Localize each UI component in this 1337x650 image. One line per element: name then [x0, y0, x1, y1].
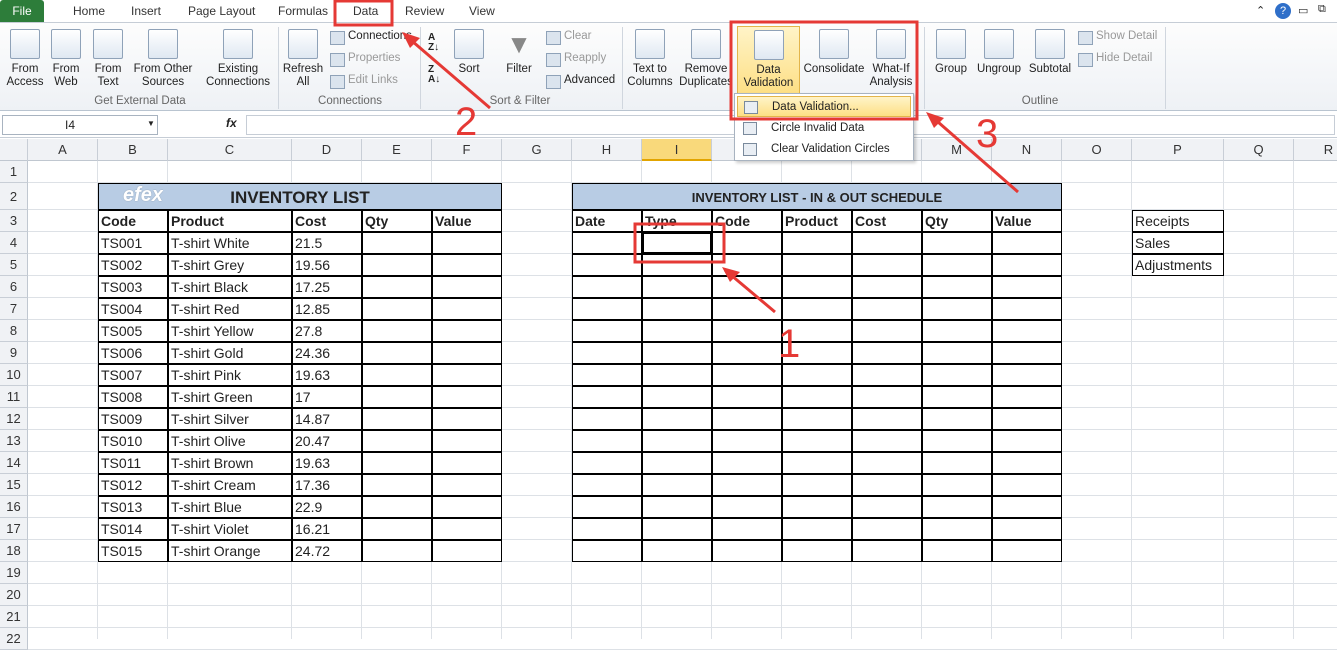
highlight-data-tab — [333, 0, 394, 27]
highlight-data-validation — [729, 20, 919, 121]
annotation-overlay — [333, 0, 1019, 314]
arrow-step-2 — [404, 33, 491, 110]
arrow-step-3 — [929, 113, 1019, 194]
step-2-label: 2 — [455, 100, 478, 144]
step-3-label: 3 — [976, 112, 999, 156]
step-1-label: 1 — [778, 322, 801, 366]
highlight-cell-i4 — [633, 222, 726, 264]
